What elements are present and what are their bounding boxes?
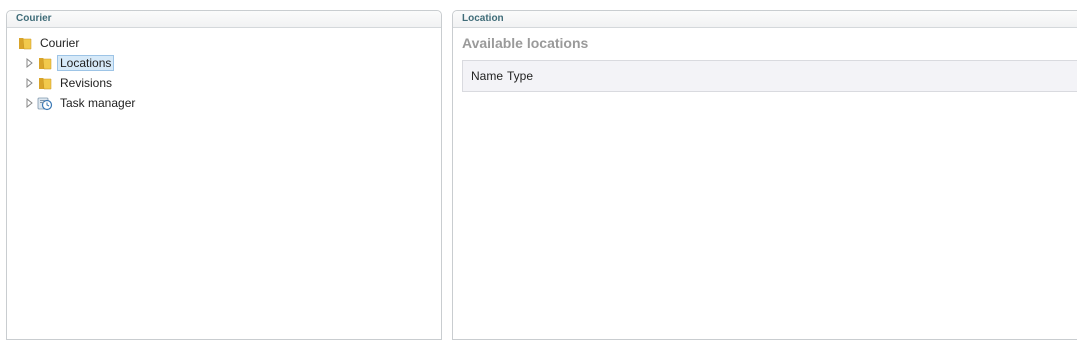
column-header-type[interactable]: Type bbox=[507, 69, 533, 83]
tree-item-locations[interactable]: Locations bbox=[17, 53, 138, 73]
expand-arrow-icon[interactable] bbox=[25, 98, 35, 108]
tree-item-label[interactable]: Revisions bbox=[57, 75, 115, 91]
section-title: Available locations bbox=[462, 35, 589, 51]
expand-arrow-icon[interactable] bbox=[25, 78, 35, 88]
tree-item-label[interactable]: Locations bbox=[57, 55, 115, 71]
tree-root[interactable]: Courier bbox=[17, 33, 138, 53]
location-panel: Location Available locations Name Type bbox=[452, 10, 1077, 340]
courier-panel-header: Courier bbox=[7, 11, 441, 28]
folder-icon bbox=[37, 75, 53, 91]
expand-arrow-icon[interactable] bbox=[25, 58, 35, 68]
tree-item-label[interactable]: Task manager bbox=[57, 95, 138, 111]
locations-table-header: Name Type bbox=[462, 60, 1077, 92]
folder-icon bbox=[17, 35, 33, 51]
tree-root-label: Courier bbox=[40, 36, 80, 50]
folder-icon bbox=[37, 55, 53, 71]
courier-panel: Courier Courier Locations Revisions Task… bbox=[6, 10, 442, 340]
courier-tree: Courier Locations Revisions Task manager bbox=[17, 33, 138, 113]
tree-item-task-manager[interactable]: Task manager bbox=[17, 93, 138, 113]
location-panel-header: Location bbox=[453, 11, 1077, 28]
task-manager-icon bbox=[37, 95, 53, 111]
column-header-name[interactable]: Name bbox=[471, 69, 503, 83]
tree-item-revisions[interactable]: Revisions bbox=[17, 73, 138, 93]
